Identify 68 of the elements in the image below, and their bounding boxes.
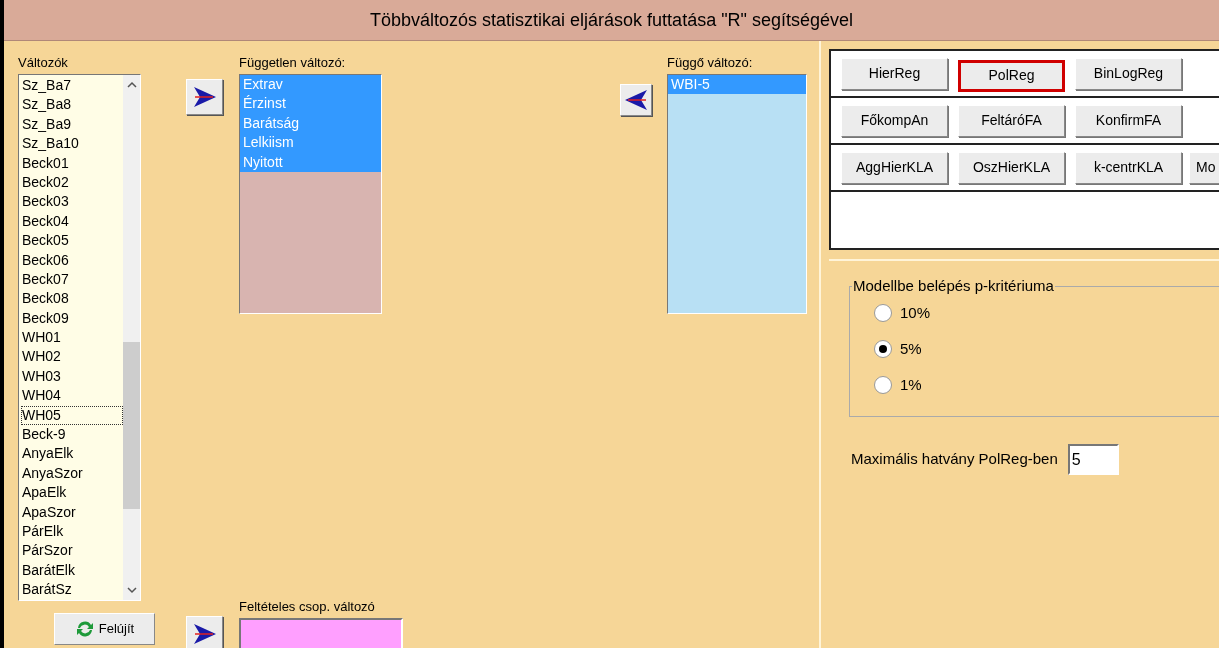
- conditional-label: Feltételes csop. változó: [239, 598, 376, 615]
- method-button[interactable]: OszHierKLA: [958, 151, 1065, 184]
- independent-label: Független változó:: [239, 54, 347, 71]
- variable-item[interactable]: Sz_Ba10: [21, 134, 123, 154]
- variable-item[interactable]: WH01: [21, 328, 123, 348]
- method-button[interactable]: k-centrKLA: [1075, 151, 1182, 184]
- radio-option[interactable]: 1%: [874, 373, 922, 397]
- variable-item[interactable]: Beck03: [21, 192, 123, 212]
- chevron-up-icon: [126, 81, 137, 89]
- method-button[interactable]: BinLogReg: [1075, 57, 1182, 90]
- radio-label: 1%: [900, 374, 922, 395]
- arrow-button[interactable]: [620, 84, 652, 116]
- refresh-button[interactable]: Felújít: [54, 613, 155, 645]
- radio-label: 10%: [900, 302, 931, 323]
- variable-item[interactable]: Beck07: [21, 269, 123, 290]
- variable-item[interactable]: Beck-9: [21, 425, 123, 445]
- radio-label: 5%: [900, 338, 922, 359]
- radio-button[interactable]: [874, 376, 892, 394]
- variable-item[interactable]: Sz_Ba7: [21, 76, 123, 96]
- window-title: Többváltozós statisztikai eljárások futtatása "R" segítségével: [4, 0, 1219, 41]
- right-arrow-icon: [192, 86, 217, 108]
- radio-option[interactable]: 10%: [874, 301, 931, 325]
- max-power-label: Maximális hatvány PolReg-ben: [851, 449, 1058, 470]
- arrow-button[interactable]: [186, 79, 223, 115]
- variable-item[interactable]: Beck01: [21, 153, 123, 173]
- variable-item[interactable]: WH05: [21, 405, 123, 426]
- variable-item[interactable]: BarátElk: [21, 560, 123, 581]
- variable-item[interactable]: Beck05: [21, 231, 123, 251]
- method-button[interactable]: KonfirmFA: [1075, 104, 1182, 137]
- method-button[interactable]: Mo: [1189, 151, 1219, 184]
- method-button[interactable]: AggHierKLA: [841, 151, 948, 184]
- scrollbar[interactable]: [123, 75, 140, 600]
- variable-item[interactable]: AnyaSzor: [21, 463, 123, 484]
- variable-item[interactable]: PárSzor: [21, 541, 123, 561]
- variable-item[interactable]: WH04: [21, 386, 123, 406]
- variable-item[interactable]: BarátSz: [21, 580, 123, 600]
- variable-item[interactable]: ApaSzor: [21, 502, 123, 522]
- variable-item[interactable]: Beck02: [21, 172, 123, 193]
- dependent-label: Függő változó:: [667, 54, 754, 71]
- variable-item[interactable]: Sz_Ba8: [21, 95, 123, 115]
- max-power-field[interactable]: 5: [1067, 444, 1119, 475]
- variable-item[interactable]: Beck04: [21, 211, 123, 232]
- refresh-icon: [74, 620, 95, 638]
- variable-item[interactable]: WH02: [21, 347, 123, 367]
- scrollbar-thumb[interactable]: [123, 342, 140, 509]
- left-arrow-icon: [624, 89, 648, 111]
- variables-listbox[interactable]: Sz_Ba7 Sz_Ba8 Sz_Ba9 Sz_Ba10 Beck01 Beck02 Beck03 Beck04 Beck05 Beck06 Beck07 Beck08 Beck09 WH01 WH02 WH03 WH04 WH05 Beck-9 AnyaElk AnyaSzor ApaElk ApaSzor PárElk PárSzor BarátElk BarátSz: [18, 74, 141, 601]
- variable-item[interactable]: PárElk: [21, 522, 123, 542]
- variable-item[interactable]: Beck09: [21, 308, 123, 329]
- method-button[interactable]: FeltáróFA: [958, 104, 1065, 137]
- variable-item[interactable]: WH03: [21, 366, 123, 387]
- criterion-label: Modellbe belépés p-kritériuma: [852, 277, 1055, 295]
- method-button[interactable]: PolReg: [958, 59, 1065, 92]
- method-button[interactable]: FőkompAn: [841, 104, 948, 137]
- variable-item[interactable]: ApaElk: [21, 483, 123, 503]
- method-button[interactable]: HierReg: [841, 57, 948, 90]
- variable-item[interactable]: Beck08: [21, 289, 123, 309]
- chevron-down-icon: [126, 586, 137, 594]
- variable-item[interactable]: Beck06: [21, 250, 123, 270]
- variable-item[interactable]: Sz_Ba9: [21, 114, 123, 135]
- radio-option[interactable]: 5%: [874, 337, 922, 361]
- conditional-field[interactable]: [239, 618, 403, 648]
- variable-item[interactable]: AnyaElk: [21, 444, 123, 464]
- radio-button[interactable]: [874, 340, 892, 358]
- variables-label: Változók: [18, 54, 69, 71]
- arrow-button[interactable]: [186, 616, 223, 648]
- radio-button[interactable]: [874, 304, 892, 322]
- right-arrow-icon: [192, 623, 217, 645]
